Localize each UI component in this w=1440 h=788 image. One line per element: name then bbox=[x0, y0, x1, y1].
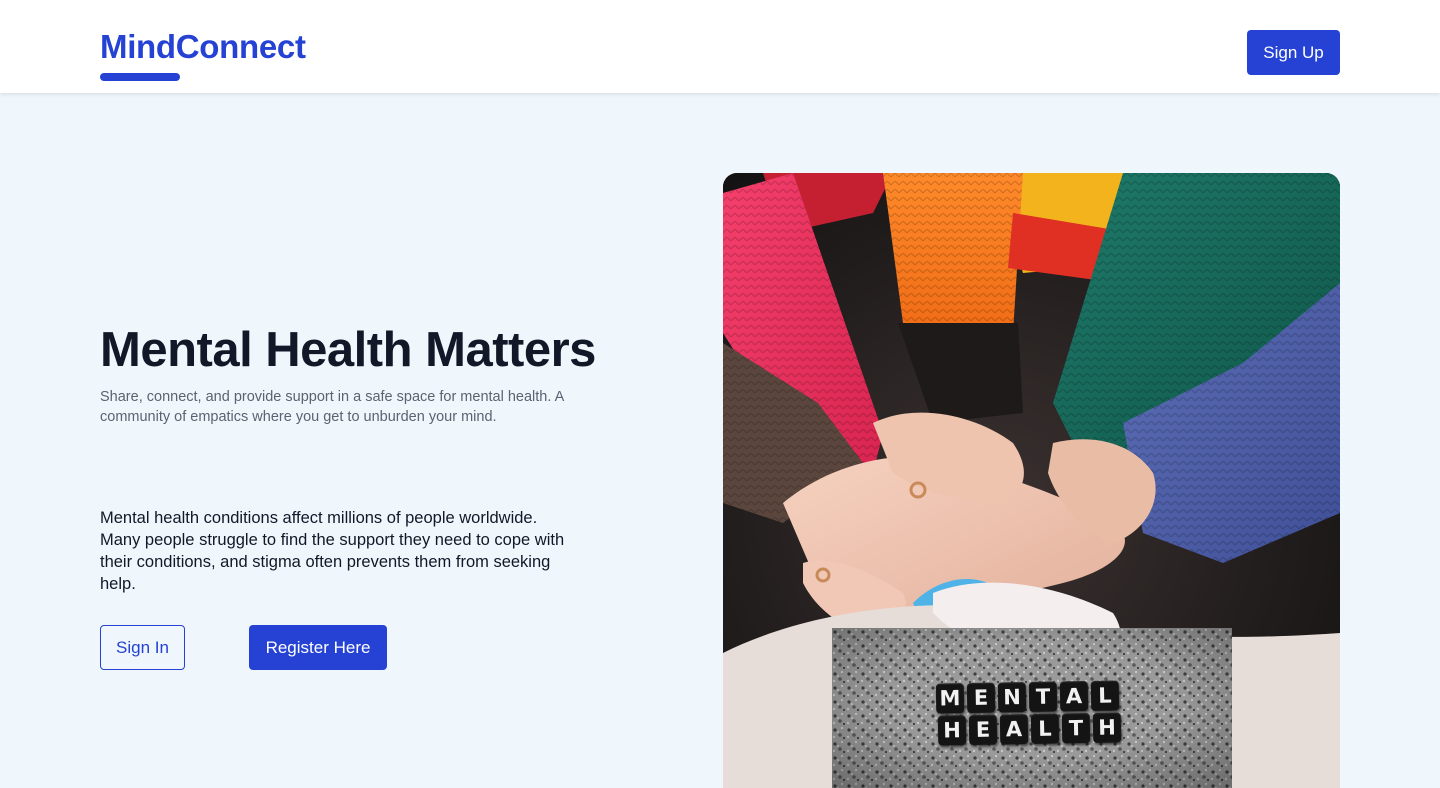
letter-tile: H bbox=[937, 715, 967, 746]
tile-row-health: H E A L T H bbox=[937, 712, 1122, 746]
letter-tile: A bbox=[999, 714, 1029, 745]
letter-tile: N bbox=[997, 682, 1027, 713]
letter-tile: T bbox=[1061, 712, 1091, 744]
sign-up-button[interactable]: Sign Up bbox=[1247, 30, 1340, 75]
top-navbar: MindConnect Sign Up bbox=[0, 0, 1440, 93]
letter-tile: M bbox=[935, 683, 965, 714]
tile-row-mental: M E N T A L bbox=[935, 680, 1120, 714]
mental-health-letter-blocks-image: M E N T A L H E A L T H bbox=[832, 628, 1232, 788]
letter-tile: L bbox=[1030, 713, 1060, 744]
letter-tile: H bbox=[1092, 712, 1122, 743]
sign-in-button[interactable]: Sign In bbox=[100, 625, 185, 670]
hero-title: Mental Health Matters bbox=[100, 323, 596, 377]
letter-tile: E bbox=[966, 682, 996, 714]
hero-subtitle: Share, connect, and provide support in a… bbox=[100, 389, 564, 425]
register-button[interactable]: Register Here bbox=[249, 625, 387, 670]
logo-underline bbox=[100, 73, 180, 81]
letter-tile: E bbox=[968, 714, 998, 746]
letter-tiles: M E N T A L H E A L T H bbox=[832, 628, 1232, 788]
letter-tile: L bbox=[1090, 680, 1120, 711]
brand-logo[interactable]: MindConnect bbox=[100, 27, 306, 67]
letter-tile: T bbox=[1028, 681, 1058, 712]
hero-description: Mental health conditions affect millions… bbox=[100, 509, 565, 593]
letter-tile: A bbox=[1059, 680, 1089, 712]
